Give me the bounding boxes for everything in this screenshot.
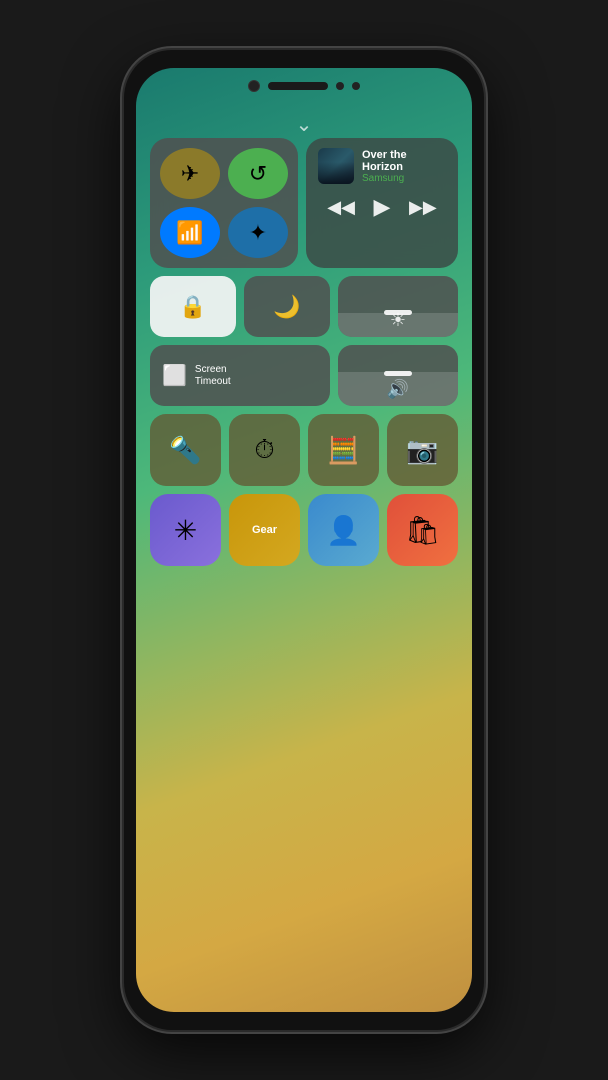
- screen-timeout-icon: ⬜: [162, 363, 187, 388]
- lock-rotate-icon: 🔒: [179, 294, 206, 320]
- utilities-row: 🔦 ⏱ 🧮 📷: [150, 414, 458, 486]
- speaker-grille: [268, 82, 328, 90]
- connectivity-panel: ✈ ↺ 📶 ✦: [150, 138, 298, 268]
- top-row: ✈ ↺ 📶 ✦: [150, 138, 458, 268]
- rotation-lock-button[interactable]: ↺: [228, 148, 288, 199]
- media-next-button[interactable]: ▶▶: [403, 195, 443, 220]
- phone-top-bar: [136, 68, 472, 104]
- brightness-slider[interactable]: ☀: [338, 276, 458, 337]
- sensor2-icon: [352, 82, 360, 90]
- phone-screen: ⌄ ✈ ↺ 📶 ✦: [136, 68, 472, 1012]
- calculator-button[interactable]: 🧮: [308, 414, 379, 486]
- control-center: ✈ ↺ 📶 ✦: [150, 138, 458, 992]
- timer-button[interactable]: ⏱: [229, 414, 300, 486]
- media-top: Over the Horizon Samsung: [318, 148, 446, 184]
- screen-timeout-button[interactable]: ⬜ Screen Timeout: [150, 345, 330, 406]
- apps-row: ✳ Gear 👤 🛍: [150, 494, 458, 566]
- screen-timeout-label: Screen Timeout: [195, 364, 231, 388]
- media-play-button[interactable]: ▶: [368, 192, 397, 222]
- gear-app-button[interactable]: Gear: [229, 494, 300, 566]
- media-info: Over the Horizon Samsung: [362, 149, 446, 184]
- sensor-icon: [336, 82, 344, 90]
- calculator-icon: 🧮: [327, 435, 359, 466]
- flashlight-button[interactable]: 🔦: [150, 414, 221, 486]
- rotation-icon: ↺: [249, 161, 267, 187]
- bluetooth-icon: ✦: [249, 220, 267, 246]
- middle-row: 🔒 🌙 ⬜ Screen Timeout ☀: [150, 276, 458, 406]
- night-mode-icon: 🌙: [273, 294, 300, 320]
- galaxy-icon: 👤: [326, 514, 361, 547]
- galaxy-store-button[interactable]: 🛍: [387, 494, 458, 566]
- quick-toggles: 🔒 🌙 ⬜ Screen Timeout: [150, 276, 330, 406]
- galaxy-app-button[interactable]: 👤: [308, 494, 379, 566]
- gear-app-label: Gear: [252, 524, 277, 536]
- night-mode-button[interactable]: 🌙: [244, 276, 330, 337]
- lock-rotate-button[interactable]: 🔒: [150, 276, 236, 337]
- camera-icon: 📷: [406, 435, 438, 466]
- brightness-icon: ☀: [390, 310, 406, 331]
- sliders-panel: ☀ 🔊: [338, 276, 458, 406]
- wifi-icon: 📶: [176, 220, 203, 246]
- camera-button[interactable]: 📷: [387, 414, 458, 486]
- front-camera-icon: [248, 80, 260, 92]
- bluetooth-button[interactable]: ✦: [228, 207, 288, 258]
- camera-notch: [248, 80, 360, 92]
- bixby-icon: ✳: [174, 514, 197, 547]
- volume-handle[interactable]: [384, 371, 412, 376]
- media-thumbnail: [318, 148, 354, 184]
- airplane-mode-button[interactable]: ✈: [160, 148, 220, 199]
- chevron-down-icon[interactable]: ⌄: [296, 112, 313, 137]
- volume-icon: 🔊: [387, 379, 409, 400]
- airplane-icon: ✈: [181, 161, 199, 187]
- media-controls: ◀◀ ▶ ▶▶: [318, 192, 446, 222]
- media-title: Over the Horizon: [362, 149, 446, 173]
- flashlight-icon: 🔦: [169, 435, 201, 466]
- wifi-button[interactable]: 📶: [160, 207, 220, 258]
- bixby-app-button[interactable]: ✳: [150, 494, 221, 566]
- store-icon: 🛍: [405, 514, 441, 547]
- media-prev-button[interactable]: ◀◀: [321, 195, 361, 220]
- phone-device: ⌄ ✈ ↺ 📶 ✦: [124, 50, 484, 1030]
- media-artist: Samsung: [362, 173, 446, 184]
- media-player-panel: Over the Horizon Samsung ◀◀ ▶ ▶▶: [306, 138, 458, 268]
- volume-slider[interactable]: 🔊: [338, 345, 458, 406]
- timer-icon: ⏱: [254, 434, 274, 466]
